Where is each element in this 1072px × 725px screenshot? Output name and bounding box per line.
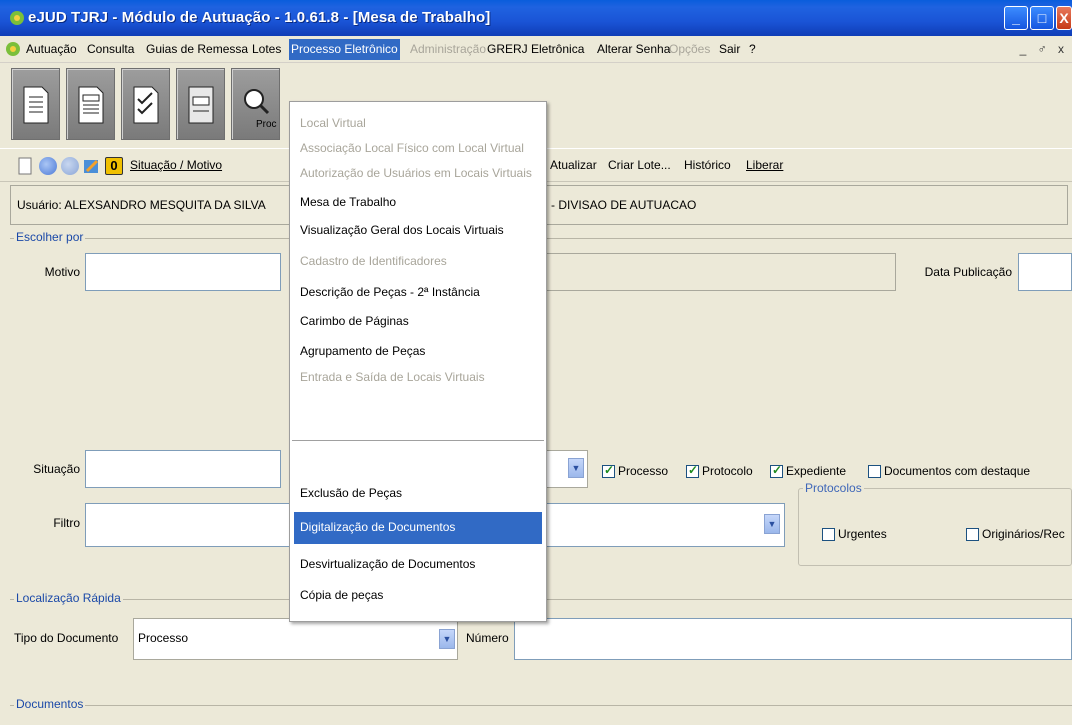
document-icon <box>23 86 49 124</box>
menu-lotes[interactable]: Lotes <box>252 42 281 56</box>
numero-input[interactable] <box>514 618 1072 660</box>
criar-lote-button[interactable]: Criar Lote... <box>608 158 671 172</box>
situacao-dropdown-icon[interactable]: ▼ <box>568 458 584 478</box>
destaque-checkbox[interactable] <box>868 465 881 478</box>
menu-item-mesa-de-trabalho[interactable]: Mesa de Trabalho <box>294 191 542 215</box>
protocolos-title: Protocolos <box>803 481 864 495</box>
menu-item-cadastro-identificadores[interactable]: Cadastro de Identificadores <box>294 250 542 274</box>
mdi-controls[interactable]: _ ♂ x <box>1020 42 1068 56</box>
filtro-label: Filtro <box>53 516 80 530</box>
situacao-motivo-link[interactable]: Situação / Motivo <box>130 158 222 172</box>
tipo-documento-dropdown-icon[interactable]: ▼ <box>439 629 455 649</box>
division-label: - DIVISAO DE AUTUACAO <box>551 198 697 212</box>
numero-label: Número <box>466 631 509 645</box>
originarios-checkbox-label: Originários/Rec <box>982 527 1065 541</box>
checklist-icon <box>133 86 159 124</box>
menu-consulta[interactable]: Consulta <box>87 42 134 56</box>
motivo-description-field <box>544 253 896 291</box>
situacao-input[interactable] <box>85 450 281 488</box>
search-process-button[interactable]: Proc <box>231 68 280 140</box>
menu-processo-eletronico[interactable]: Processo Eletrônico <box>289 39 400 60</box>
form-icon <box>188 86 214 124</box>
processo-eletronico-menu: Local Virtual Associação Local Físico co… <box>289 101 547 622</box>
menu-item-associacao-local[interactable]: Associação Local Físico com Local Virtua… <box>294 137 542 161</box>
menu-item-agrupamento-pecas[interactable]: Agrupamento de Peças <box>294 340 542 364</box>
menu-alterar-senha[interactable]: Alterar Senha <box>597 42 670 56</box>
documentos-group <box>10 705 1072 725</box>
app-icon <box>10 11 24 25</box>
protocolo-checkbox[interactable] <box>686 463 699 478</box>
localizacao-rapida-title: Localização Rápida <box>14 591 123 605</box>
minimize-button[interactable]: _ <box>1004 6 1028 30</box>
motivo-label: Motivo <box>44 265 80 279</box>
user-label: Usuário: ALEXSANDRO MESQUITA DA SILVA <box>17 198 266 212</box>
menu-administracao[interactable]: Administração <box>410 42 486 56</box>
document-list-icon <box>78 86 104 124</box>
originarios-checkbox[interactable] <box>966 528 979 541</box>
destaque-checkbox-label: Documentos com destaque <box>884 464 1031 478</box>
processo-checkbox-label: Processo <box>618 464 669 478</box>
expediente-checkbox[interactable] <box>770 463 783 478</box>
back-icon[interactable] <box>39 157 57 175</box>
menu-opcoes[interactable]: Opções <box>669 42 710 56</box>
counter-badge[interactable]: 0 <box>105 157 123 175</box>
tipo-documento-select[interactable]: Processo <box>133 618 458 660</box>
situacao-label: Situação <box>33 462 80 476</box>
expediente-checkbox-label: Expediente <box>786 464 847 478</box>
protocolo-checkbox-label: Protocolo <box>702 464 753 478</box>
app-menu-icon[interactable] <box>4 40 22 58</box>
liberar-button[interactable]: Liberar <box>746 158 783 172</box>
data-publicacao-label: Data Publicação <box>924 265 1012 279</box>
menu-guias-de-remessa[interactable]: Guias de Remessa <box>146 42 248 56</box>
menu-sair[interactable]: Sair <box>719 42 740 56</box>
filtro-dropdown-icon[interactable]: ▼ <box>764 514 780 534</box>
view-icon[interactable] <box>17 157 35 175</box>
menu-bar: Autuação Consulta Guias de Remessa Lotes… <box>0 36 1072 63</box>
menu-item-carimbo-paginas[interactable]: Carimbo de Páginas <box>294 310 542 334</box>
close-button[interactable]: X <box>1056 6 1072 30</box>
urgentes-checkbox-label: Urgentes <box>838 527 887 541</box>
maximize-button[interactable]: □ <box>1030 6 1054 30</box>
search-process-label: Proc <box>256 119 277 130</box>
menu-autuacao[interactable]: Autuação <box>26 42 77 56</box>
form-button[interactable] <box>176 68 225 140</box>
forward-icon[interactable] <box>61 157 79 175</box>
window-title: eJUD TJRJ - Módulo de Autuação - 1.0.61.… <box>28 9 491 26</box>
title-bar: eJUD TJRJ - Módulo de Autuação - 1.0.61.… <box>0 0 1072 36</box>
motivo-input[interactable] <box>85 253 281 291</box>
edit-icon[interactable] <box>83 157 101 175</box>
documentos-title: Documentos <box>14 697 86 711</box>
menu-item-copia-pecas[interactable]: Cópia de peças <box>294 584 542 608</box>
escolher-por-title: Escolher por <box>14 230 86 244</box>
menu-help[interactable]: ? <box>749 42 756 56</box>
processo-checkbox[interactable] <box>602 463 615 478</box>
data-publicacao-input[interactable] <box>1018 253 1072 291</box>
document-button[interactable] <box>11 68 60 140</box>
menu-item-descricao-pecas[interactable]: Descrição de Peças - 2ª Instância <box>294 281 542 305</box>
urgentes-checkbox[interactable] <box>822 528 835 541</box>
document-list-button[interactable] <box>66 68 115 140</box>
checklist-button[interactable] <box>121 68 170 140</box>
menu-item-exclusao-pecas[interactable]: Exclusão de Peças <box>294 482 542 506</box>
menu-item-autorizacao-usuarios[interactable]: Autorização de Usuários em Locais Virtua… <box>294 162 542 186</box>
menu-separator <box>292 440 544 442</box>
tipo-documento-label: Tipo do Documento <box>14 631 119 645</box>
menu-item-entrada-saida[interactable]: Entrada e Saída de Locais Virtuais <box>294 366 542 390</box>
menu-item-desvirtualizacao-documentos[interactable]: Desvirtualização de Documentos <box>294 553 542 577</box>
historico-button[interactable]: Histórico <box>684 158 731 172</box>
menu-item-local-virtual[interactable]: Local Virtual <box>294 112 542 136</box>
menu-grerj-eletronica[interactable]: GRERJ Eletrônica <box>487 42 584 56</box>
menu-item-visualizacao-geral[interactable]: Visualização Geral dos Locais Virtuais <box>294 219 542 243</box>
menu-item-digitalizacao-documentos[interactable]: Digitalização de Documentos <box>294 512 542 544</box>
atualizar-button[interactable]: Atualizar <box>550 158 597 172</box>
